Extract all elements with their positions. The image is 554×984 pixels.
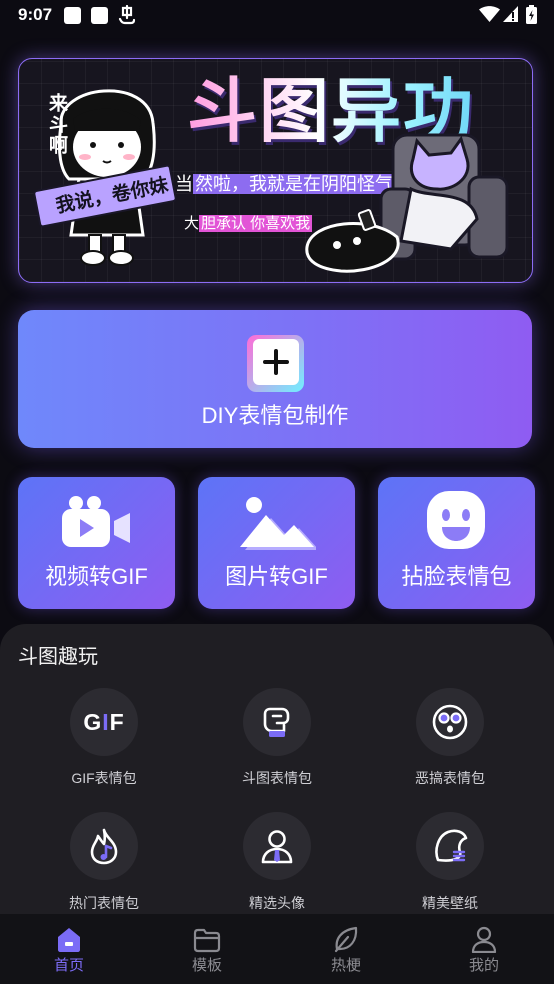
nav-item-profile[interactable]: 我的 bbox=[415, 914, 553, 984]
nav-label-home: 首页 bbox=[53, 957, 84, 974]
video-to-gif-card[interactable]: 视频转GIF bbox=[18, 477, 175, 609]
nav-item-home[interactable]: 首页 bbox=[0, 914, 138, 984]
status-time: 9:07 bbox=[18, 5, 53, 24]
leaf-icon bbox=[334, 926, 358, 953]
nav-label-templates: 模板 bbox=[191, 957, 222, 974]
diy-button-label: DIY表情包制作 bbox=[201, 403, 349, 428]
profile-icon bbox=[471, 926, 497, 953]
funny-sticker-button[interactable] bbox=[416, 688, 484, 756]
wifi-icon bbox=[479, 6, 500, 22]
video-camera-icon bbox=[62, 496, 130, 547]
app-notification-icon bbox=[118, 5, 136, 25]
hot-sticker-label: 热门表情包 bbox=[69, 895, 139, 911]
banner-line-2-lead: 大 bbox=[184, 215, 200, 232]
gif-sticker-button[interactable]: GIF bbox=[70, 688, 138, 756]
banner-line-1-lead: 当 bbox=[175, 174, 193, 194]
face-sticker-card[interactable]: 拈脸表情包 bbox=[378, 477, 535, 609]
armchair-character-illustration bbox=[305, 133, 509, 273]
funny-sticker-label: 恶搞表情包 bbox=[415, 770, 485, 786]
folder-icon bbox=[193, 928, 221, 953]
gif-icon: GIF bbox=[83, 709, 125, 735]
nav-label-profile: 我的 bbox=[468, 957, 499, 974]
wallpaper-button[interactable] bbox=[416, 812, 484, 880]
avatar-button[interactable] bbox=[243, 812, 311, 880]
home-icon bbox=[58, 928, 80, 952]
promo-banner[interactable]: 来斗啊 我说，卷你妹 斗图异功 当然啦，我就是在阴阳怪气 大胆承认 你喜欢我 bbox=[18, 58, 533, 283]
banner-line-2: 大胆承认 你喜欢我 bbox=[184, 213, 313, 234]
smiley-icon bbox=[427, 491, 485, 549]
wallpaper-label: 精美壁纸 bbox=[422, 895, 478, 911]
wallpaper-icon bbox=[435, 829, 468, 862]
nav-item-hot-memes[interactable]: 热梗 bbox=[277, 914, 415, 984]
funny-face-icon bbox=[432, 704, 468, 740]
fun-section: 斗图趣玩 GIF GIF表情包 斗图表情包 恶搞表情包 热门表情包 精选头像 精… bbox=[0, 624, 554, 914]
diy-sticker-button[interactable]: DIY表情包制作 bbox=[18, 310, 532, 448]
image-to-gif-label: 图片转GIF bbox=[225, 564, 328, 589]
hot-sticker-button[interactable] bbox=[70, 812, 138, 880]
banner-line-2-highlight: 胆承认 你喜欢我 bbox=[199, 215, 313, 232]
battle-sticker-label: 斗图表情包 bbox=[242, 770, 312, 786]
image-icon bbox=[240, 497, 316, 550]
avatar-icon bbox=[261, 830, 293, 864]
signal-icon bbox=[503, 6, 518, 22]
square-notification-icon bbox=[64, 7, 81, 24]
video-to-gif-label: 视频转GIF bbox=[45, 564, 148, 589]
square-notification-icon bbox=[91, 7, 108, 24]
fist-icon bbox=[263, 707, 290, 737]
image-to-gif-card[interactable]: 图片转GIF bbox=[198, 477, 355, 609]
gif-sticker-label: GIF表情包 bbox=[71, 770, 137, 786]
nav-label-hot-memes: 热梗 bbox=[330, 957, 361, 974]
bottom-nav: 首页 模板 热梗 我的 bbox=[0, 914, 554, 984]
plus-icon bbox=[247, 335, 304, 392]
battle-sticker-button[interactable] bbox=[243, 688, 311, 756]
flame-icon bbox=[90, 828, 118, 865]
nav-item-templates[interactable]: 模板 bbox=[138, 914, 276, 984]
avatar-label: 精选头像 bbox=[249, 895, 305, 911]
face-sticker-label: 拈脸表情包 bbox=[401, 564, 512, 589]
banner-side-text: 来斗啊 bbox=[46, 93, 67, 156]
battery-icon bbox=[526, 5, 537, 24]
fun-section-title: 斗图趣玩 bbox=[18, 646, 98, 668]
